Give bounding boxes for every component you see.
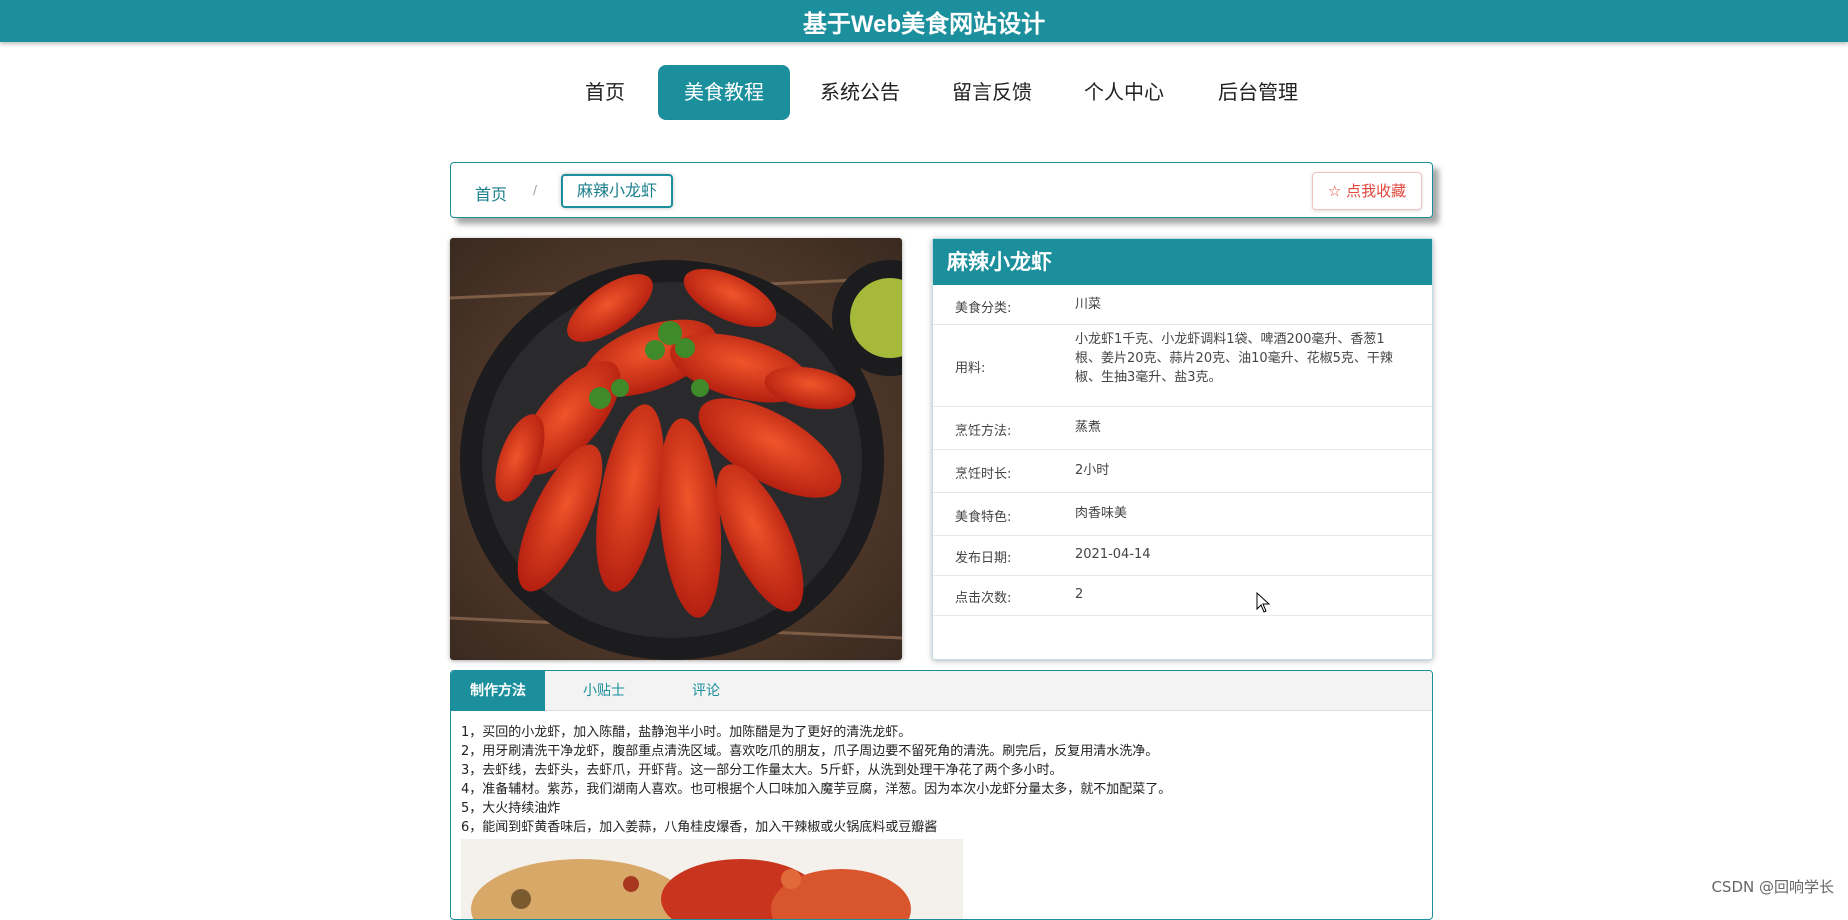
detail-key: 烹饪方法: <box>955 424 1012 439</box>
main-nav: 首页 美食教程 系统公告 留言反馈 个人中心 后台管理 <box>0 65 1848 120</box>
recipe-title: 麻辣小龙虾 <box>933 239 1432 285</box>
step-image <box>461 839 963 919</box>
detail-row-category: 美食分类: 川菜 <box>933 285 1432 325</box>
step-line: 4，准备辅材。紫苏，我们湖南人喜欢。也可根据个人口味加入魔芋豆腐，洋葱。因为本次… <box>461 782 1172 797</box>
step-line: 1，买回的小龙虾，加入陈醋，盐静泡半小时。加陈醋是为了更好的清洗龙虾。 <box>461 725 912 740</box>
detail-row-duration: 烹饪时长: 2小时 <box>933 450 1432 493</box>
breadcrumb-home-link[interactable]: 首页 <box>475 181 507 205</box>
detail-key: 美食特色: <box>955 510 1012 525</box>
csdn-watermark: CSDN @回响学长 <box>1711 878 1834 896</box>
tab-tips[interactable]: 小贴士 <box>561 671 647 711</box>
cooked-dish-image <box>461 839 963 919</box>
detail-key: 烹饪时长: <box>955 467 1012 482</box>
nav-item-announcements[interactable]: 系统公告 <box>812 65 908 120</box>
detail-key: 发布日期: <box>955 551 1012 566</box>
site-title: 基于Web美食网站设计 <box>802 11 1046 38</box>
step-line: 3，去虾线，去虾头，去虾爪，开虾背。这一部分工作量太大。5斤虾，从洗到处理干净花… <box>461 763 1063 778</box>
nav-item-recipes[interactable]: 美食教程 <box>658 65 790 120</box>
nav-item-home[interactable]: 首页 <box>570 65 640 120</box>
tab-bar: 制作方法 小贴士 评论 <box>451 671 1432 711</box>
recipe-tabs: 制作方法 小贴士 评论 1，买回的小龙虾，加入陈醋，盐静泡半小时。加陈醋是为了更… <box>450 670 1433 920</box>
detail-value: 2小时 <box>1075 463 1110 478</box>
step-line: 2，用牙刷清洗干净龙虾，腹部重点清洗区域。喜欢吃爪的朋友，爪子周边要不留死角的清… <box>461 744 1159 759</box>
detail-row-method: 烹饪方法: 蒸煮 <box>933 407 1432 450</box>
detail-row-ingredients: 用料: 小龙虾1千克、小龙虾调料1袋、啤酒200毫升、香葱1根、姜片20克、蒜片… <box>933 325 1432 407</box>
method-steps: 1，买回的小龙虾，加入陈醋，盐静泡半小时。加陈醋是为了更好的清洗龙虾。 2，用牙… <box>461 723 1171 837</box>
breadcrumb-current: 麻辣小龙虾 <box>561 174 673 208</box>
step-line: 5，大火持续油炸 <box>461 801 561 816</box>
recipe-detail-panel: 麻辣小龙虾 美食分类: 川菜 用料: 小龙虾1千克、小龙虾调料1袋、啤酒200毫… <box>932 238 1433 660</box>
detail-value: 小龙虾1千克、小龙虾调料1袋、啤酒200毫升、香葱1根、姜片20克、蒜片20克、… <box>1075 332 1393 385</box>
detail-value: 2 <box>1075 587 1084 602</box>
crayfish-image <box>450 238 902 660</box>
step-line: 6，能闻到虾黄香味后，加入姜蒜，八角桂皮爆香，加入干辣椒或火锅底料或豆瓣酱 <box>461 820 938 835</box>
detail-key: 用料: <box>955 361 986 376</box>
tab-comments[interactable]: 评论 <box>663 671 749 711</box>
detail-value: 蒸煮 <box>1075 420 1102 435</box>
mouse-cursor-icon <box>1256 592 1271 613</box>
detail-value: 川菜 <box>1075 297 1102 312</box>
detail-key: 美食分类: <box>955 301 1012 316</box>
breadcrumb-separator: / <box>533 183 538 197</box>
breadcrumb: 首页 / 麻辣小龙虾 ☆ 点我收藏 <box>450 162 1433 218</box>
detail-row-clicks: 点击次数: 2 <box>933 576 1432 616</box>
site-header: 基于Web美食网站设计 <box>0 0 1848 42</box>
favorite-button[interactable]: ☆ 点我收藏 <box>1312 172 1422 210</box>
dish-photo <box>450 238 902 660</box>
nav-item-admin[interactable]: 后台管理 <box>1210 65 1306 120</box>
tab-method[interactable]: 制作方法 <box>451 671 545 711</box>
detail-row-feature: 美食特色: 肉香味美 <box>933 493 1432 536</box>
detail-value: 2021-04-14 <box>1075 547 1151 562</box>
nav-item-feedback[interactable]: 留言反馈 <box>944 65 1040 120</box>
detail-value: 肉香味美 <box>1075 506 1128 521</box>
nav-item-personal-center[interactable]: 个人中心 <box>1076 65 1172 120</box>
detail-key: 点击次数: <box>955 591 1012 606</box>
detail-row-publish-date: 发布日期: 2021-04-14 <box>933 536 1432 576</box>
